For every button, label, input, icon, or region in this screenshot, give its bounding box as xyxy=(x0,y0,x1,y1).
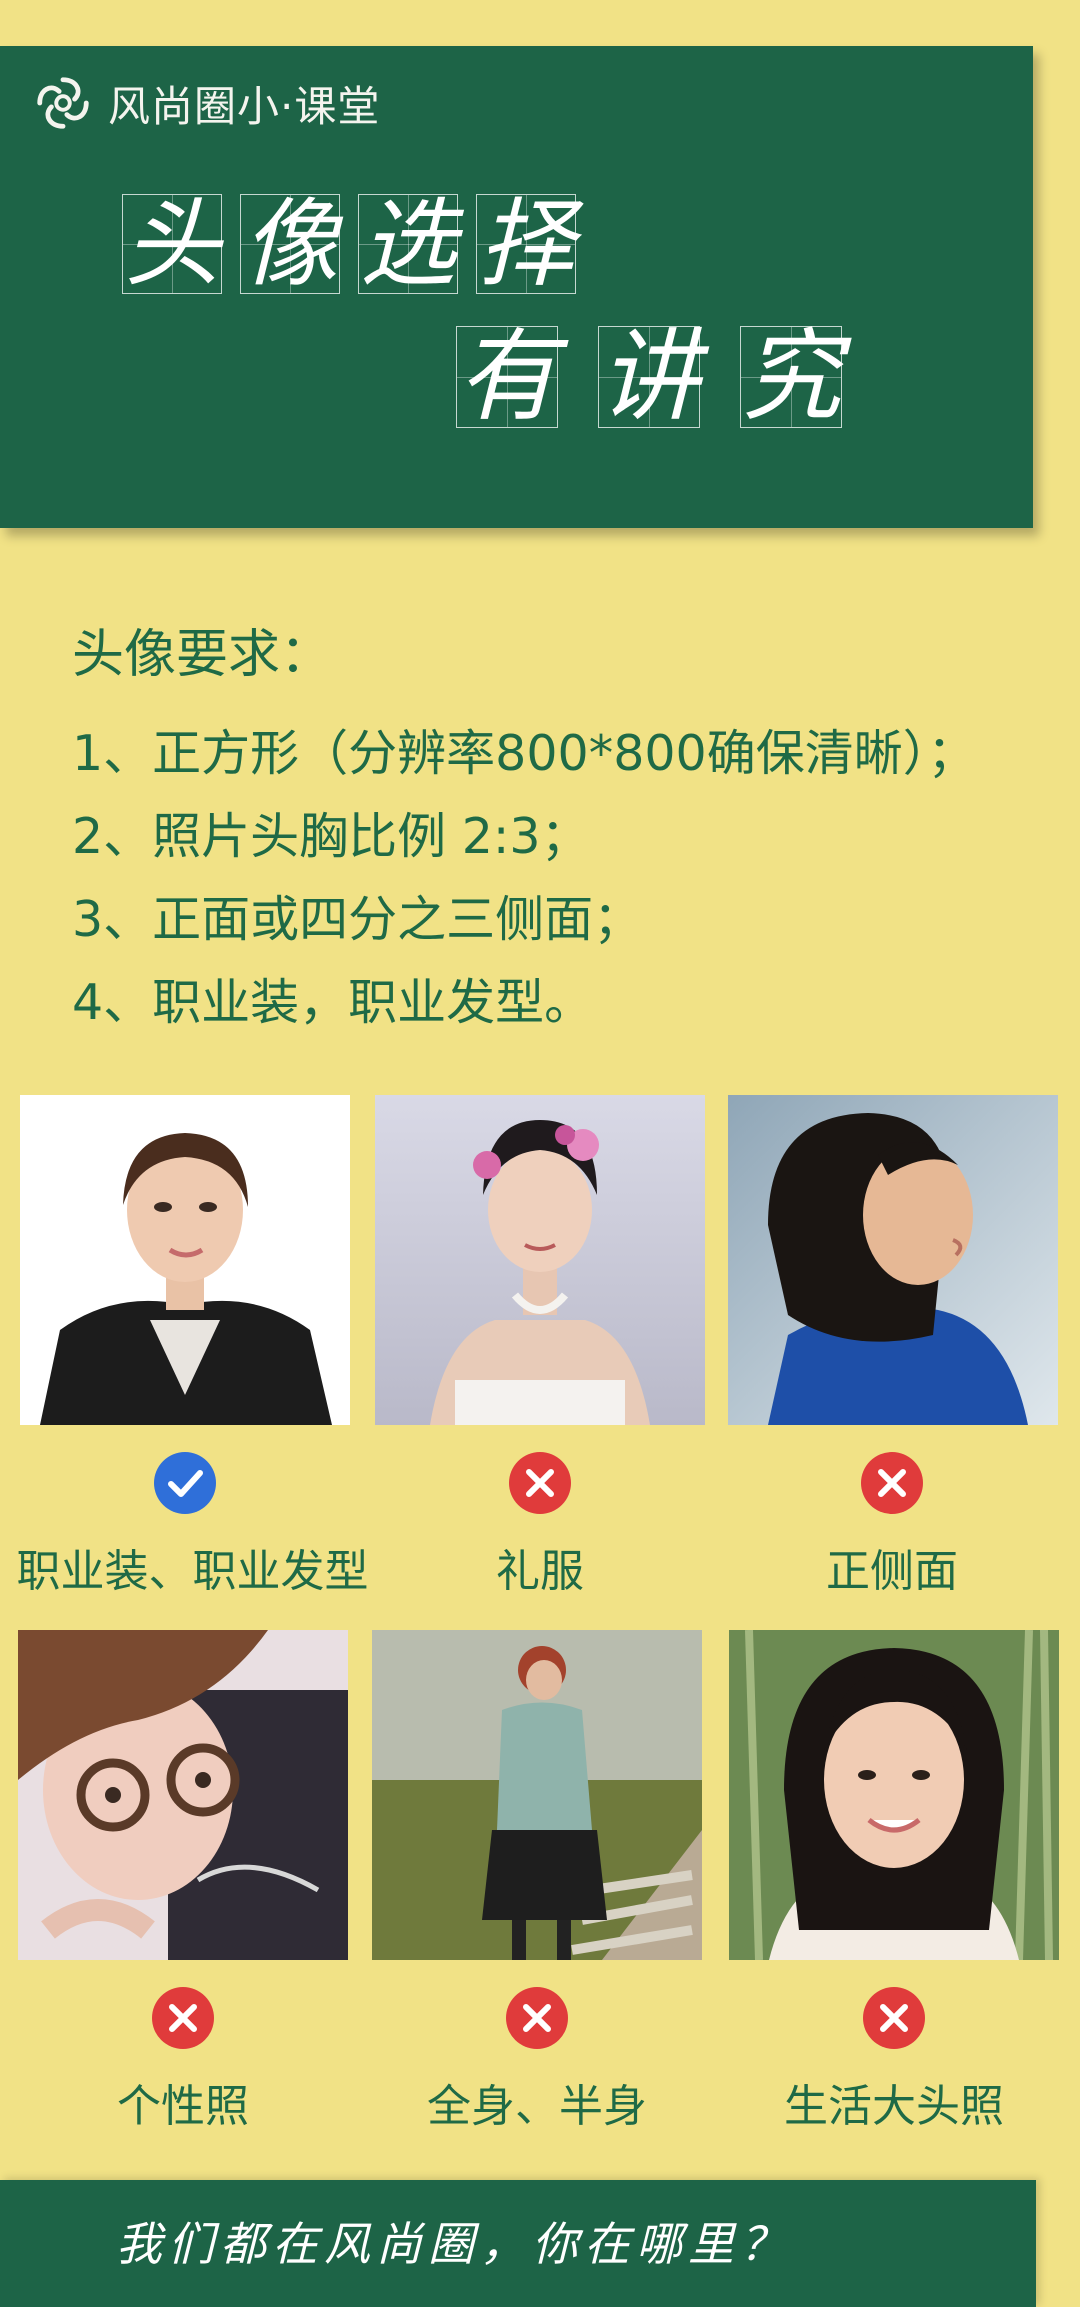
title-char: 选 xyxy=(358,188,458,300)
title-char: 择 xyxy=(476,188,576,300)
caption-gown: 礼服 xyxy=(496,1546,584,1597)
requirement-item: 1、正方形（分辨率800*800确保清晰）； xyxy=(72,725,977,782)
title-char: 有 xyxy=(456,318,558,435)
brand-logo-icon xyxy=(37,77,89,129)
caption-selfie: 个性照 xyxy=(117,2081,249,2132)
side-profile-portrait[interactable] xyxy=(728,1095,1058,1425)
brand[interactable]: 风尚圈小·课堂 xyxy=(32,72,380,134)
title-char: 究 xyxy=(740,318,842,435)
caption-side-profile: 正侧面 xyxy=(826,1546,958,1597)
cross-icon xyxy=(863,1987,925,2049)
cross-icon xyxy=(152,1987,214,2049)
professional-portrait[interactable] xyxy=(20,1095,350,1425)
full-body-photo[interactable] xyxy=(372,1630,702,1960)
caption-professional: 职业装、职业发型 xyxy=(16,1546,369,1597)
requirement-item: 3、正面或四分之三侧面； xyxy=(72,891,643,948)
title-line-2: 有 讲 究 xyxy=(456,326,842,428)
requirement-item: 2、照片头胸比例 2:3； xyxy=(72,808,590,865)
title-line-1: 头 像 选 择 xyxy=(122,194,576,294)
caption-full-body: 全身、半身 xyxy=(427,2081,647,2132)
cross-icon xyxy=(506,1987,568,2049)
title-char: 像 xyxy=(240,188,340,300)
requirements-list: 1、正方形（分辨率800*800确保清晰）； 2、照片头胸比例 2:3； 3、正… xyxy=(72,712,976,1044)
title-char: 头 xyxy=(122,188,222,300)
title-char: 讲 xyxy=(598,318,700,435)
requirement-item: 4、职业装，职业发型。 xyxy=(72,974,594,1031)
evening-gown-portrait[interactable] xyxy=(375,1095,705,1425)
footer-slogan: 我们都在风尚圈，你在哪里？ xyxy=(116,2217,792,2271)
cross-icon xyxy=(861,1452,923,1514)
brand-name: 风尚圈小·课堂 xyxy=(108,81,381,131)
cross-icon xyxy=(509,1452,571,1514)
caption-casual-headshot: 生活大头照 xyxy=(784,2081,1004,2132)
requirements-title: 头像要求： xyxy=(72,625,333,685)
check-icon xyxy=(154,1452,216,1514)
footer-banner: 我们都在风尚圈，你在哪里？ xyxy=(0,2180,1036,2307)
header-board: 风尚圈小·课堂 头 像 选 择 有 讲 究 xyxy=(0,46,1033,528)
selfie-portrait[interactable] xyxy=(18,1630,348,1960)
casual-headshot[interactable] xyxy=(729,1630,1059,1960)
